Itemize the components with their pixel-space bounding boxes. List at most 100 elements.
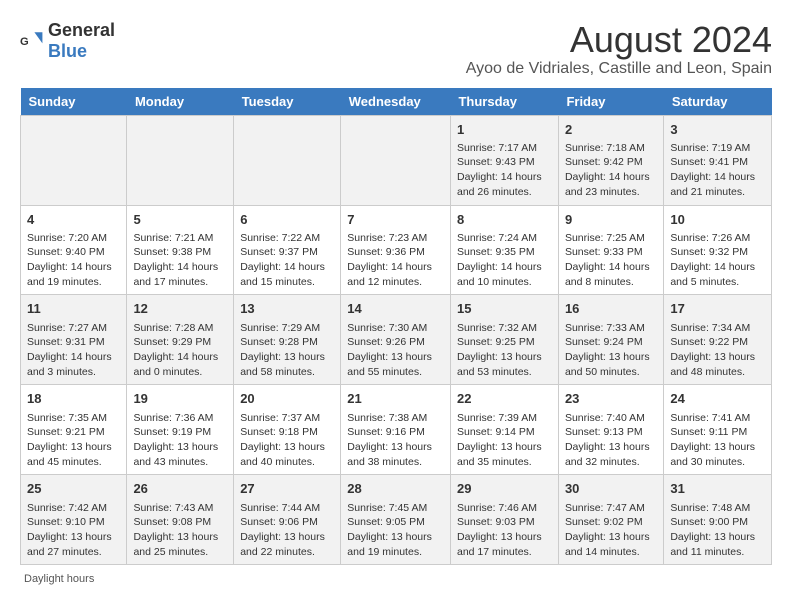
calendar-cell: 29Sunrise: 7:46 AM Sunset: 9:03 PM Dayli… [450,475,558,565]
calendar-cell: 17 Sunrise: 7:34 AM Sunset: 9:22 PM Dayli… [664,295,772,385]
logo: G General Blue [20,20,115,62]
calendar-cell [341,115,451,205]
day-info: Sunrise: 7:40 AM Sunset: 9:13 PM Dayligh… [565,411,657,470]
day-info: Sunrise: 7:33 AM Sunset: 9:24 PM Dayligh… [565,321,657,380]
calendar-cell [21,115,127,205]
weekday-header-thursday: Thursday [450,88,558,116]
day-number: 11 [27,300,120,318]
day-number: 1 [457,121,552,139]
calendar-cell: 28Sunrise: 7:45 AM Sunset: 9:05 PM Dayli… [341,475,451,565]
calendar-cell: 14Sunrise: 7:30 AM Sunset: 9:26 PM Dayli… [341,295,451,385]
day-number: 17 [670,300,765,318]
day-number: 7 [347,211,444,229]
calendar-cell: 6Sunrise: 7:22 AM Sunset: 9:37 PM Daylig… [234,205,341,295]
day-number: 9 [565,211,657,229]
calendar-cell [127,115,234,205]
day-number: 20 [240,390,334,408]
subtitle: Ayoo de Vidriales, Castille and Leon, Sp… [466,60,772,78]
logo-blue: Blue [48,41,87,61]
logo-general: General [48,20,115,40]
day-number: 5 [133,211,227,229]
calendar-cell: 30 Sunrise: 7:47 AM Sunset: 9:02 PM Dayli… [558,475,663,565]
day-info: Sunrise: 7:17 AM Sunset: 9:43 PM Dayligh… [457,141,552,200]
calendar-week-row: 1 Sunrise: 7:17 AM Sunset: 9:43 PM Daylig… [21,115,772,205]
day-number: 26 [133,480,227,498]
day-info: Sunrise: 7:25 AM Sunset: 9:33 PM Dayligh… [565,231,657,290]
calendar-cell: 24 Sunrise: 7:41 AM Sunset: 9:11 PM Dayli… [664,385,772,475]
calendar-cell: 22Sunrise: 7:39 AM Sunset: 9:14 PM Dayli… [450,385,558,475]
weekday-header-saturday: Saturday [664,88,772,116]
day-number: 13 [240,300,334,318]
calendar-cell: 13 Sunrise: 7:29 AM Sunset: 9:28 PM Dayli… [234,295,341,385]
weekday-header-row: SundayMondayTuesdayWednesdayThursdayFrid… [21,88,772,116]
day-number: 10 [670,211,765,229]
day-info: Sunrise: 7:36 AM Sunset: 9:19 PM Dayligh… [133,411,227,470]
day-number: 28 [347,480,444,498]
svg-text:G: G [20,36,29,48]
calendar-table: SundayMondayTuesdayWednesdayThursdayFrid… [20,88,772,566]
title-section: August 2024 Ayoo de Vidriales, Castille … [466,20,772,78]
weekday-header-friday: Friday [558,88,663,116]
day-info: Sunrise: 7:35 AM Sunset: 9:21 PM Dayligh… [27,411,120,470]
day-info: Sunrise: 7:34 AM Sunset: 9:22 PM Dayligh… [670,321,765,380]
day-number: 19 [133,390,227,408]
day-number: 16 [565,300,657,318]
header: G General Blue August 2024 Ayoo de Vidri… [20,20,772,78]
day-info: Sunrise: 7:47 AM Sunset: 9:02 PM Dayligh… [565,501,657,560]
day-number: 23 [565,390,657,408]
calendar-week-row: 25 Sunrise: 7:42 AM Sunset: 9:10 PM Dayli… [21,475,772,565]
weekday-header-tuesday: Tuesday [234,88,341,116]
day-number: 25 [27,480,120,498]
calendar-cell: 25 Sunrise: 7:42 AM Sunset: 9:10 PM Dayli… [21,475,127,565]
day-info: Sunrise: 7:30 AM Sunset: 9:26 PM Dayligh… [347,321,444,380]
calendar-cell: 9 Sunrise: 7:25 AM Sunset: 9:33 PM Daylig… [558,205,663,295]
calendar-cell: 1 Sunrise: 7:17 AM Sunset: 9:43 PM Daylig… [450,115,558,205]
day-info: Sunrise: 7:29 AM Sunset: 9:28 PM Dayligh… [240,321,334,380]
calendar-cell: 31Sunrise: 7:48 AM Sunset: 9:00 PM Dayli… [664,475,772,565]
day-info: Sunrise: 7:37 AM Sunset: 9:18 PM Dayligh… [240,411,334,470]
calendar-week-row: 18Sunrise: 7:35 AM Sunset: 9:21 PM Dayli… [21,385,772,475]
calendar-cell: 8Sunrise: 7:24 AM Sunset: 9:35 PM Daylig… [450,205,558,295]
logo-icon: G [20,29,44,53]
main-title: August 2024 [466,20,772,60]
weekday-header-sunday: Sunday [21,88,127,116]
day-number: 8 [457,211,552,229]
day-info: Sunrise: 7:39 AM Sunset: 9:14 PM Dayligh… [457,411,552,470]
calendar-cell: 12Sunrise: 7:28 AM Sunset: 9:29 PM Dayli… [127,295,234,385]
calendar-cell: 4Sunrise: 7:20 AM Sunset: 9:40 PM Daylig… [21,205,127,295]
calendar-cell: 2Sunrise: 7:18 AM Sunset: 9:42 PM Daylig… [558,115,663,205]
calendar-cell: 3Sunrise: 7:19 AM Sunset: 9:41 PM Daylig… [664,115,772,205]
weekday-header-wednesday: Wednesday [341,88,451,116]
day-info: Sunrise: 7:42 AM Sunset: 9:10 PM Dayligh… [27,501,120,560]
day-info: Sunrise: 7:43 AM Sunset: 9:08 PM Dayligh… [133,501,227,560]
calendar-cell: 27 Sunrise: 7:44 AM Sunset: 9:06 PM Dayli… [234,475,341,565]
day-info: Sunrise: 7:27 AM Sunset: 9:31 PM Dayligh… [27,321,120,380]
calendar-cell: 21Sunrise: 7:38 AM Sunset: 9:16 PM Dayli… [341,385,451,475]
calendar-cell: 11 Sunrise: 7:27 AM Sunset: 9:31 PM Dayli… [21,295,127,385]
calendar-cell [234,115,341,205]
day-info: Sunrise: 7:32 AM Sunset: 9:25 PM Dayligh… [457,321,552,380]
day-number: 15 [457,300,552,318]
daylight-label: Daylight hours [24,573,94,585]
calendar-cell: 15 Sunrise: 7:32 AM Sunset: 9:25 PM Dayli… [450,295,558,385]
calendar-cell: 19 Sunrise: 7:36 AM Sunset: 9:19 PM Dayli… [127,385,234,475]
calendar-cell: 7Sunrise: 7:23 AM Sunset: 9:36 PM Daylig… [341,205,451,295]
weekday-header-monday: Monday [127,88,234,116]
day-info: Sunrise: 7:48 AM Sunset: 9:00 PM Dayligh… [670,501,765,560]
day-number: 12 [133,300,227,318]
calendar-cell: 23 Sunrise: 7:40 AM Sunset: 9:13 PM Dayli… [558,385,663,475]
calendar-cell: 18Sunrise: 7:35 AM Sunset: 9:21 PM Dayli… [21,385,127,475]
calendar-cell: 26 Sunrise: 7:43 AM Sunset: 9:08 PM Dayli… [127,475,234,565]
day-number: 3 [670,121,765,139]
calendar-cell: 16 Sunrise: 7:33 AM Sunset: 9:24 PM Dayli… [558,295,663,385]
day-number: 24 [670,390,765,408]
day-info: Sunrise: 7:26 AM Sunset: 9:32 PM Dayligh… [670,231,765,290]
day-number: 27 [240,480,334,498]
day-info: Sunrise: 7:44 AM Sunset: 9:06 PM Dayligh… [240,501,334,560]
day-info: Sunrise: 7:22 AM Sunset: 9:37 PM Dayligh… [240,231,334,290]
day-info: Sunrise: 7:41 AM Sunset: 9:11 PM Dayligh… [670,411,765,470]
day-number: 30 [565,480,657,498]
day-number: 29 [457,480,552,498]
calendar-cell: 5Sunrise: 7:21 AM Sunset: 9:38 PM Daylig… [127,205,234,295]
day-info: Sunrise: 7:18 AM Sunset: 9:42 PM Dayligh… [565,141,657,200]
